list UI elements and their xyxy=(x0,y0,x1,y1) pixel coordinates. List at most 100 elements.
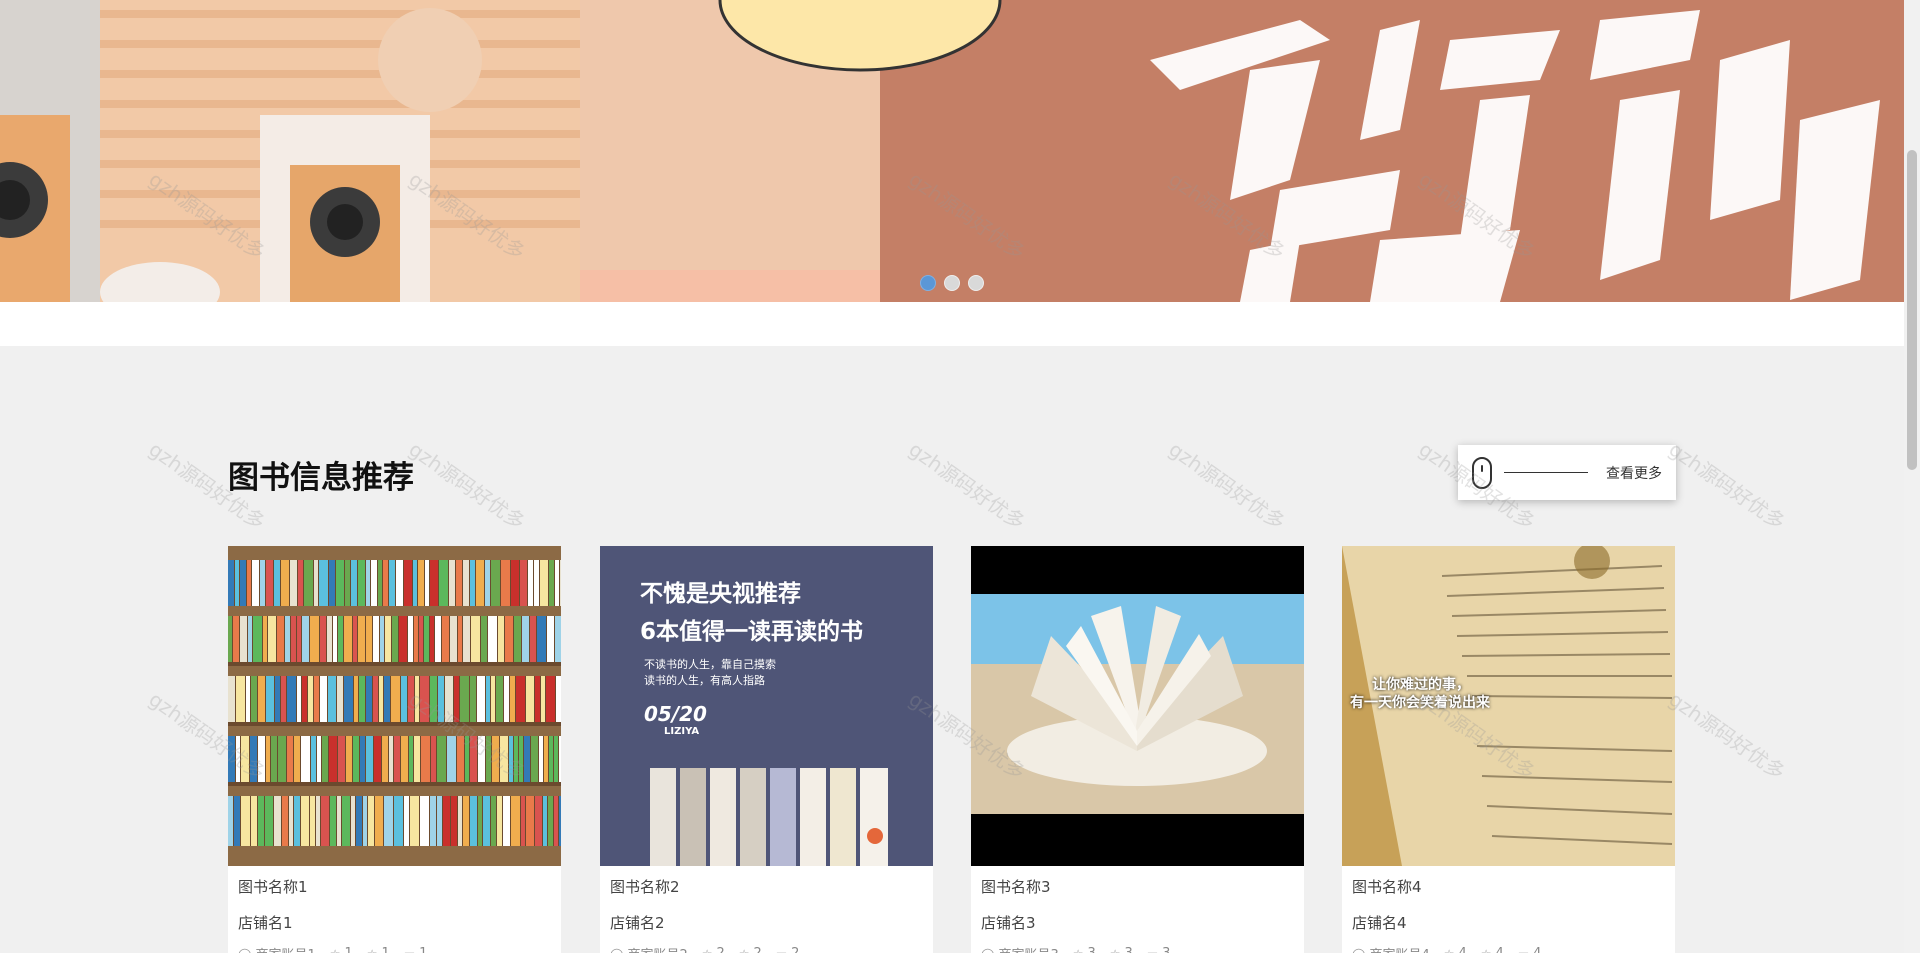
book-spine xyxy=(234,796,240,846)
book-spine xyxy=(549,736,553,782)
page-scrollbar[interactable] xyxy=(1904,0,1920,953)
book-spine xyxy=(375,796,383,846)
thumb-icon: ☆ xyxy=(330,947,341,953)
book-spine xyxy=(291,616,296,662)
book-spine xyxy=(488,616,497,662)
book-spine xyxy=(285,616,290,662)
book-cover-4[interactable]: 让你难过的事， 有一天你会笑着说出来 xyxy=(1342,546,1675,866)
book-spine xyxy=(346,736,352,782)
comment-meta: ▭2 xyxy=(776,946,800,953)
book-card-3[interactable]: 图书名称3 店铺名3 ◯商家账号3 ☆3 ☆3 ▭3 xyxy=(971,546,1304,953)
book-spine xyxy=(399,616,407,662)
book-spine xyxy=(450,616,457,662)
like-meta: ☆4 xyxy=(1444,946,1467,953)
book-spine xyxy=(516,676,525,722)
book-spine xyxy=(481,616,487,662)
book-spine xyxy=(485,560,490,606)
book-spine xyxy=(236,736,240,782)
carousel-dot-3[interactable] xyxy=(968,275,984,291)
book-spine xyxy=(454,676,459,722)
book-spine xyxy=(478,736,485,782)
book-spine xyxy=(401,736,408,782)
book-spine xyxy=(431,736,436,782)
watermark-text: gzh源码好优多 xyxy=(1164,436,1290,535)
book-spine xyxy=(338,736,345,782)
book-spine xyxy=(344,616,352,662)
view-more-button[interactable]: 查看更多 xyxy=(1458,445,1676,500)
book-spine xyxy=(430,676,437,722)
collect-count: 1 xyxy=(382,946,390,953)
book-spine xyxy=(371,560,377,606)
book-spine xyxy=(250,736,257,782)
star-icon: ☆ xyxy=(1110,947,1121,953)
book-spine xyxy=(413,560,417,606)
book-spine xyxy=(554,736,558,782)
user-icon: ◯ xyxy=(610,947,623,953)
book-spine xyxy=(384,676,390,722)
book-spine xyxy=(342,796,350,846)
book-spine xyxy=(308,676,313,722)
book-spine xyxy=(241,736,249,782)
collect-meta: ☆1 xyxy=(367,946,390,953)
book-spine xyxy=(382,736,388,782)
book-spine xyxy=(478,796,482,846)
comment-meta: ▭4 xyxy=(1518,946,1542,953)
carousel-dot-1[interactable] xyxy=(920,275,936,291)
book-cover-1[interactable] xyxy=(228,546,561,866)
book-stack-image xyxy=(650,768,888,866)
like-count: 1 xyxy=(344,946,352,953)
banner-carousel[interactable] xyxy=(0,0,1904,302)
book-spine xyxy=(520,560,527,606)
book-spine xyxy=(471,616,480,662)
like-meta: ☆1 xyxy=(330,946,353,953)
book-spine xyxy=(240,560,246,606)
book-spine xyxy=(228,616,232,662)
book-spine xyxy=(540,560,548,606)
book-spine xyxy=(251,796,257,846)
account-meta: ◯ 商家账号1 xyxy=(238,944,316,953)
book-card-2[interactable]: 不愧是央视推荐 6本值得一读再读的书 不读书的人生，靠自己摸索 读书的人生，有高… xyxy=(600,546,933,953)
book-spine xyxy=(404,796,409,846)
card-meta: ◯商家账号3 ☆3 ☆3 ▭3 xyxy=(981,944,1304,953)
book-spine xyxy=(258,796,264,846)
book-card-1[interactable]: 图书名称1 店铺名1 ◯商家账号1 ☆1 ☆1 ▭1 xyxy=(228,546,561,953)
book-spine xyxy=(236,676,245,722)
book-spine xyxy=(275,676,280,722)
account-name: 商家账号4 xyxy=(1369,944,1429,953)
book-spine xyxy=(252,560,259,606)
more-divider xyxy=(1504,472,1588,473)
collect-count: 4 xyxy=(1496,946,1504,953)
book-spine xyxy=(421,736,430,782)
book-cover-2[interactable]: 不愧是央视推荐 6本值得一读再读的书 不读书的人生，靠自己摸索 读书的人生，有高… xyxy=(600,546,933,866)
book-spine xyxy=(260,560,265,606)
book-cover-3[interactable] xyxy=(971,546,1304,866)
account-meta: ◯ 商家账号4 xyxy=(1352,944,1430,953)
book-spine xyxy=(514,616,521,662)
book-spine xyxy=(537,616,546,662)
book-spine xyxy=(314,676,319,722)
book-spine xyxy=(442,616,449,662)
book-spine xyxy=(274,796,281,846)
book-spine xyxy=(548,796,553,846)
book-spine xyxy=(425,560,429,606)
book-spine xyxy=(351,796,355,846)
carousel-dot-2[interactable] xyxy=(944,275,960,291)
scrollbar-thumb[interactable] xyxy=(1907,150,1917,470)
book-spine xyxy=(505,616,513,662)
book-spine xyxy=(439,560,448,606)
book-spine xyxy=(555,560,559,606)
book-spine xyxy=(228,796,233,846)
shop-name: 店铺名3 xyxy=(981,914,1036,932)
book-spine xyxy=(477,676,485,722)
collect-meta: ☆3 xyxy=(1110,946,1133,953)
book-spine xyxy=(456,560,462,606)
book-spine xyxy=(404,560,412,606)
book-spine xyxy=(317,736,321,782)
book-spine xyxy=(378,560,382,606)
book-spine xyxy=(511,796,520,846)
book-card-4[interactable]: 让你难过的事， 有一天你会笑着说出来 图书名称4 店铺名4 ◯商家账号4 ☆4 … xyxy=(1342,546,1675,953)
book-spine xyxy=(500,736,508,782)
book-title: 图书名称1 xyxy=(238,878,308,896)
book-spine xyxy=(363,796,367,846)
user-icon: ◯ xyxy=(1352,947,1365,953)
